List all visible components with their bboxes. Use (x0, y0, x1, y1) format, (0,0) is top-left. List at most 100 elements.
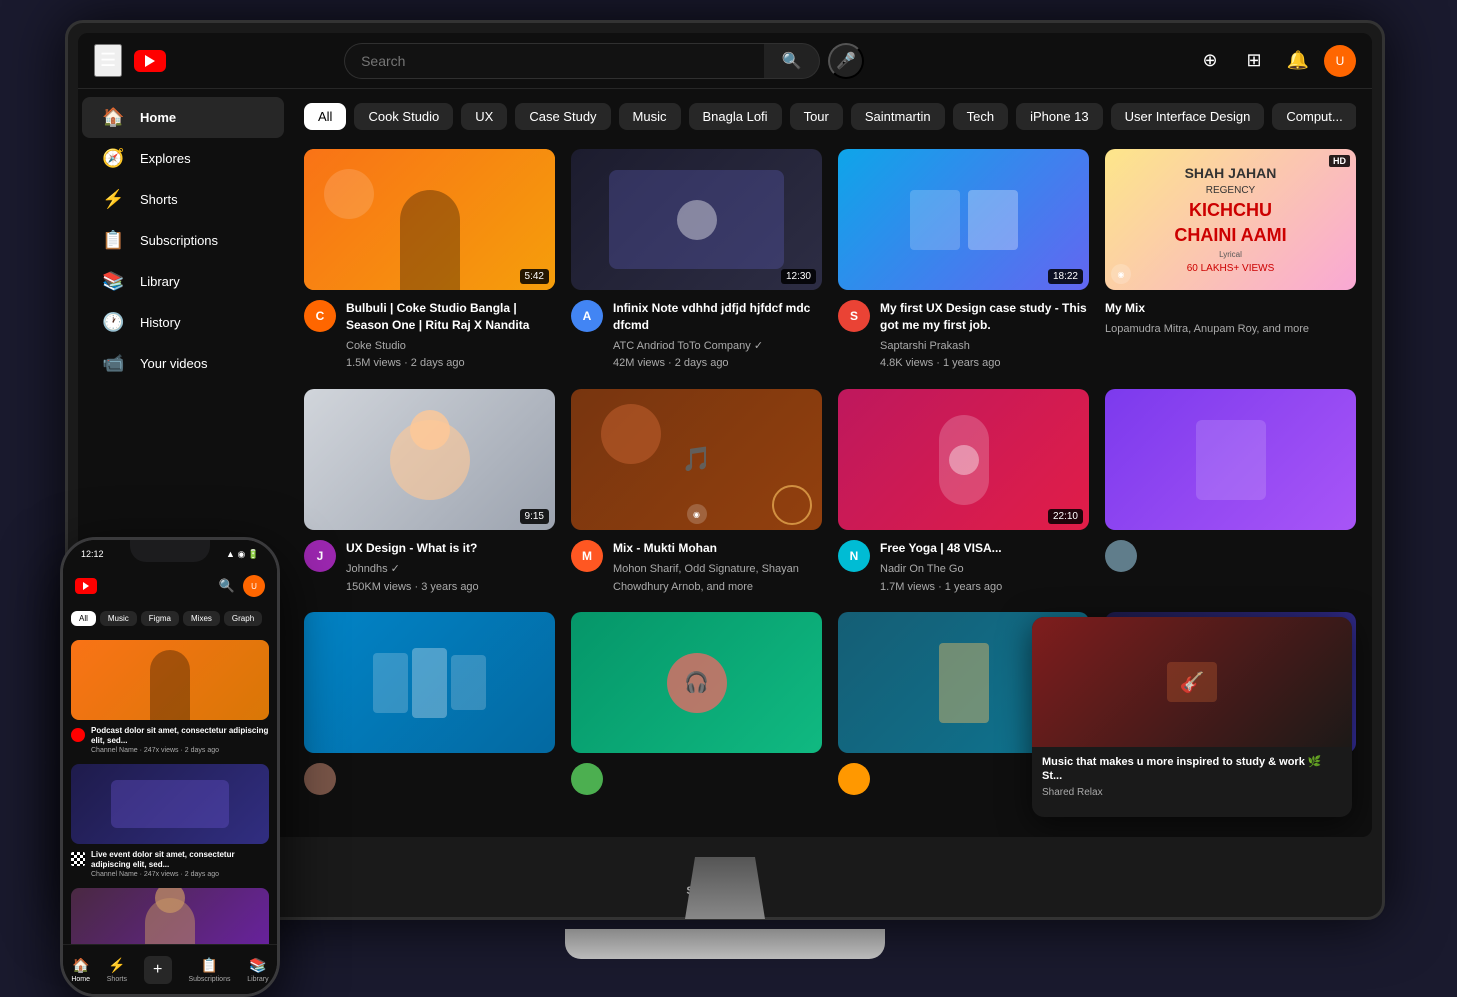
channel-avatar-7: N (838, 540, 870, 572)
phone-add-button[interactable]: + (144, 956, 172, 984)
video-thumbnail-3: 18:22 (838, 149, 1089, 290)
hamburger-button[interactable]: ☰ (94, 44, 122, 77)
video-info-7: N Free Yoga | 48 VISA... Nadir On The Go… (838, 540, 1089, 596)
phone-chip-all[interactable]: All (71, 611, 96, 626)
phone-search-icon[interactable]: 🔍 (219, 578, 235, 594)
phone-subscriptions-icon: 📋 (201, 957, 218, 974)
sidebar-item-library[interactable]: 📚 Library (82, 261, 284, 302)
video-details-3: My first UX Design case study - This got… (880, 300, 1089, 373)
video-meta-1: Coke Studio1.5M views · 2 days ago (346, 338, 555, 373)
phone-video-item-1[interactable]: Podcast dolor sit amet, consectetur adip… (71, 640, 269, 754)
filter-chip-computer[interactable]: Comput... (1272, 103, 1356, 130)
phone-chip-mixes[interactable]: Mixes (183, 611, 220, 626)
video-thumbnail-6: 🎵 ◉ (571, 389, 822, 530)
mini-player-channel: Shared Relax (1042, 787, 1342, 798)
video-card-2[interactable]: 12:30 A Infinix Note vdhhd jdfjd hjfdcf … (571, 149, 822, 373)
apps-button[interactable]: ⊞ (1236, 43, 1272, 79)
video-info-3: S My first UX Design case study - This g… (838, 300, 1089, 373)
youtube-logo (134, 50, 166, 72)
phone-chip-graph[interactable]: Graph (224, 611, 262, 626)
sidebar-item-shorts-label: Shorts (140, 192, 178, 207)
phone-nav-shorts[interactable]: ⚡ Shorts (107, 957, 127, 983)
filter-chip-saintmartin[interactable]: Saintmartin (851, 103, 945, 130)
video-meta-3: Saptarshi Prakash4.8K views · 1 years ag… (880, 338, 1089, 373)
phone-avatar[interactable]: U (243, 575, 265, 597)
video-card-5[interactable]: 9:15 J UX Design - What is it? Johndhs ✓… (304, 389, 555, 596)
your-videos-icon: 📹 (102, 353, 124, 374)
video-card-9[interactable] (304, 612, 555, 795)
video-thumbnail-2: 12:30 (571, 149, 822, 290)
phone-chip-figma[interactable]: Figma (141, 611, 179, 626)
video-info-8 (1105, 540, 1356, 572)
phone-video-item-2[interactable]: Live event dolor sit amet, consectetur a… (71, 764, 269, 878)
phone-shorts-icon: ⚡ (108, 957, 125, 974)
phone-filter-bar: All Music Figma Mixes Graph (63, 604, 277, 632)
filter-chip-music[interactable]: Music (619, 103, 681, 130)
video-meta-7: Nadir On The Go1.7M views · 1 years ago (880, 561, 1089, 596)
video-info-5: J UX Design - What is it? Johndhs ✓150KM… (304, 540, 555, 596)
filter-chip-tour[interactable]: Tour (790, 103, 843, 130)
phone-nav-library[interactable]: 📚 Library (247, 957, 268, 983)
search-input[interactable] (344, 43, 764, 79)
avatar[interactable]: U (1324, 45, 1356, 77)
video-card-6[interactable]: 🎵 ◉ M Mix - Mukti Mohan Mohon Sharif, Od… (571, 389, 822, 596)
phone-nav-subscriptions[interactable]: 📋 Subscriptions (188, 957, 230, 983)
filter-chip-tech[interactable]: Tech (953, 103, 1008, 130)
video-card-3[interactable]: 18:22 S My first UX Design case study - … (838, 149, 1089, 373)
sidebar-item-your-videos[interactable]: 📹 Your videos (82, 343, 284, 384)
create-button[interactable]: ⊕ (1192, 43, 1228, 79)
video-card-7[interactable]: 22:10 N Free Yoga | 48 VISA... Nadir On … (838, 389, 1089, 596)
phone-video-text-1: Podcast dolor sit amet, consectetur adip… (91, 726, 269, 754)
phone-video-info-row-2: Live event dolor sit amet, consectetur a… (71, 850, 269, 878)
filter-chip-bnagla-lofi[interactable]: Bnagla Lofi (689, 103, 782, 130)
video-details-9 (346, 763, 555, 795)
video-thumbnail-8 (1105, 389, 1356, 530)
phone-nav-home[interactable]: 🏠 Home (71, 957, 90, 983)
phone-red-dot-1 (71, 728, 85, 742)
video-title-1: Bulbuli | Coke Studio Bangla | Season On… (346, 300, 555, 334)
sidebar-item-explores-label: Explores (140, 151, 191, 166)
filter-chip-case-study[interactable]: Case Study (515, 103, 610, 130)
phone-screen: 12:12 ▲ ◉ 🔋 🔍 U All Music Figma Mixes Gr… (63, 540, 277, 994)
video-card-4[interactable]: SHAH JAHAN REGENCY KICHCHU CHAINI AAMI L… (1105, 149, 1356, 373)
filter-chip-iphone13[interactable]: iPhone 13 (1016, 103, 1103, 130)
search-button[interactable]: 🔍 (764, 43, 820, 79)
home-icon: 🏠 (102, 107, 124, 128)
phone-video-meta-2: Channel Name · 247x views · 2 days ago (91, 871, 269, 878)
video-duration-7: 22:10 (1048, 509, 1083, 524)
sidebar-item-shorts[interactable]: ⚡ Shorts (82, 179, 284, 220)
mini-player-thumbnail: 🎸 (1032, 617, 1352, 747)
mic-button[interactable]: 🎤 (828, 43, 864, 79)
sidebar-item-explores[interactable]: 🧭 Explores (82, 138, 284, 179)
bell-icon: 🔔 (1287, 50, 1309, 71)
video-title-4: My Mix (1105, 300, 1356, 317)
search-container: 🔍 🎤 (344, 43, 864, 79)
video-info-4: My Mix Lopamudra Mitra, Anupam Roy, and … (1105, 300, 1356, 338)
filter-chip-all[interactable]: All (304, 103, 346, 130)
filter-chip-ui-design[interactable]: User Interface Design (1111, 103, 1265, 130)
youtube-header: ☰ 🔍 🎤 ⊕ (78, 33, 1372, 89)
phone-header: 🔍 U (63, 568, 277, 604)
mini-player[interactable]: 🎸 Music that makes u more inspired to st… (1032, 617, 1352, 817)
sidebar-item-history[interactable]: 🕐 History (82, 302, 284, 343)
video-card-8[interactable] (1105, 389, 1356, 596)
video-thumbnail-9 (304, 612, 555, 753)
channel-avatar-1: C (304, 300, 336, 332)
sidebar-item-subscriptions[interactable]: 📋 Subscriptions (82, 220, 284, 261)
filter-chip-cook-studio[interactable]: Cook Studio (354, 103, 453, 130)
video-title-5: UX Design - What is it? (346, 540, 555, 557)
sidebar-item-home[interactable]: 🏠 Home (82, 97, 284, 138)
video-duration-5: 9:15 (520, 509, 549, 524)
sidebar-item-home-label: Home (140, 110, 176, 125)
video-info-10 (571, 763, 822, 795)
video-card-1[interactable]: 5:42 C Bulbuli | Coke Studio Bangla | Se… (304, 149, 555, 373)
video-card-10[interactable]: 🎧 (571, 612, 822, 795)
notifications-button[interactable]: 🔔 (1280, 43, 1316, 79)
phone-checkered-icon-2 (71, 852, 85, 866)
phone-nav-add[interactable]: + (144, 956, 172, 984)
phone-chip-music[interactable]: Music (100, 611, 137, 626)
filter-chip-ux[interactable]: UX (461, 103, 507, 130)
video-info-9 (304, 763, 555, 795)
phone-notch (130, 540, 210, 562)
phone-video-text-2: Live event dolor sit amet, consectetur a… (91, 850, 269, 878)
